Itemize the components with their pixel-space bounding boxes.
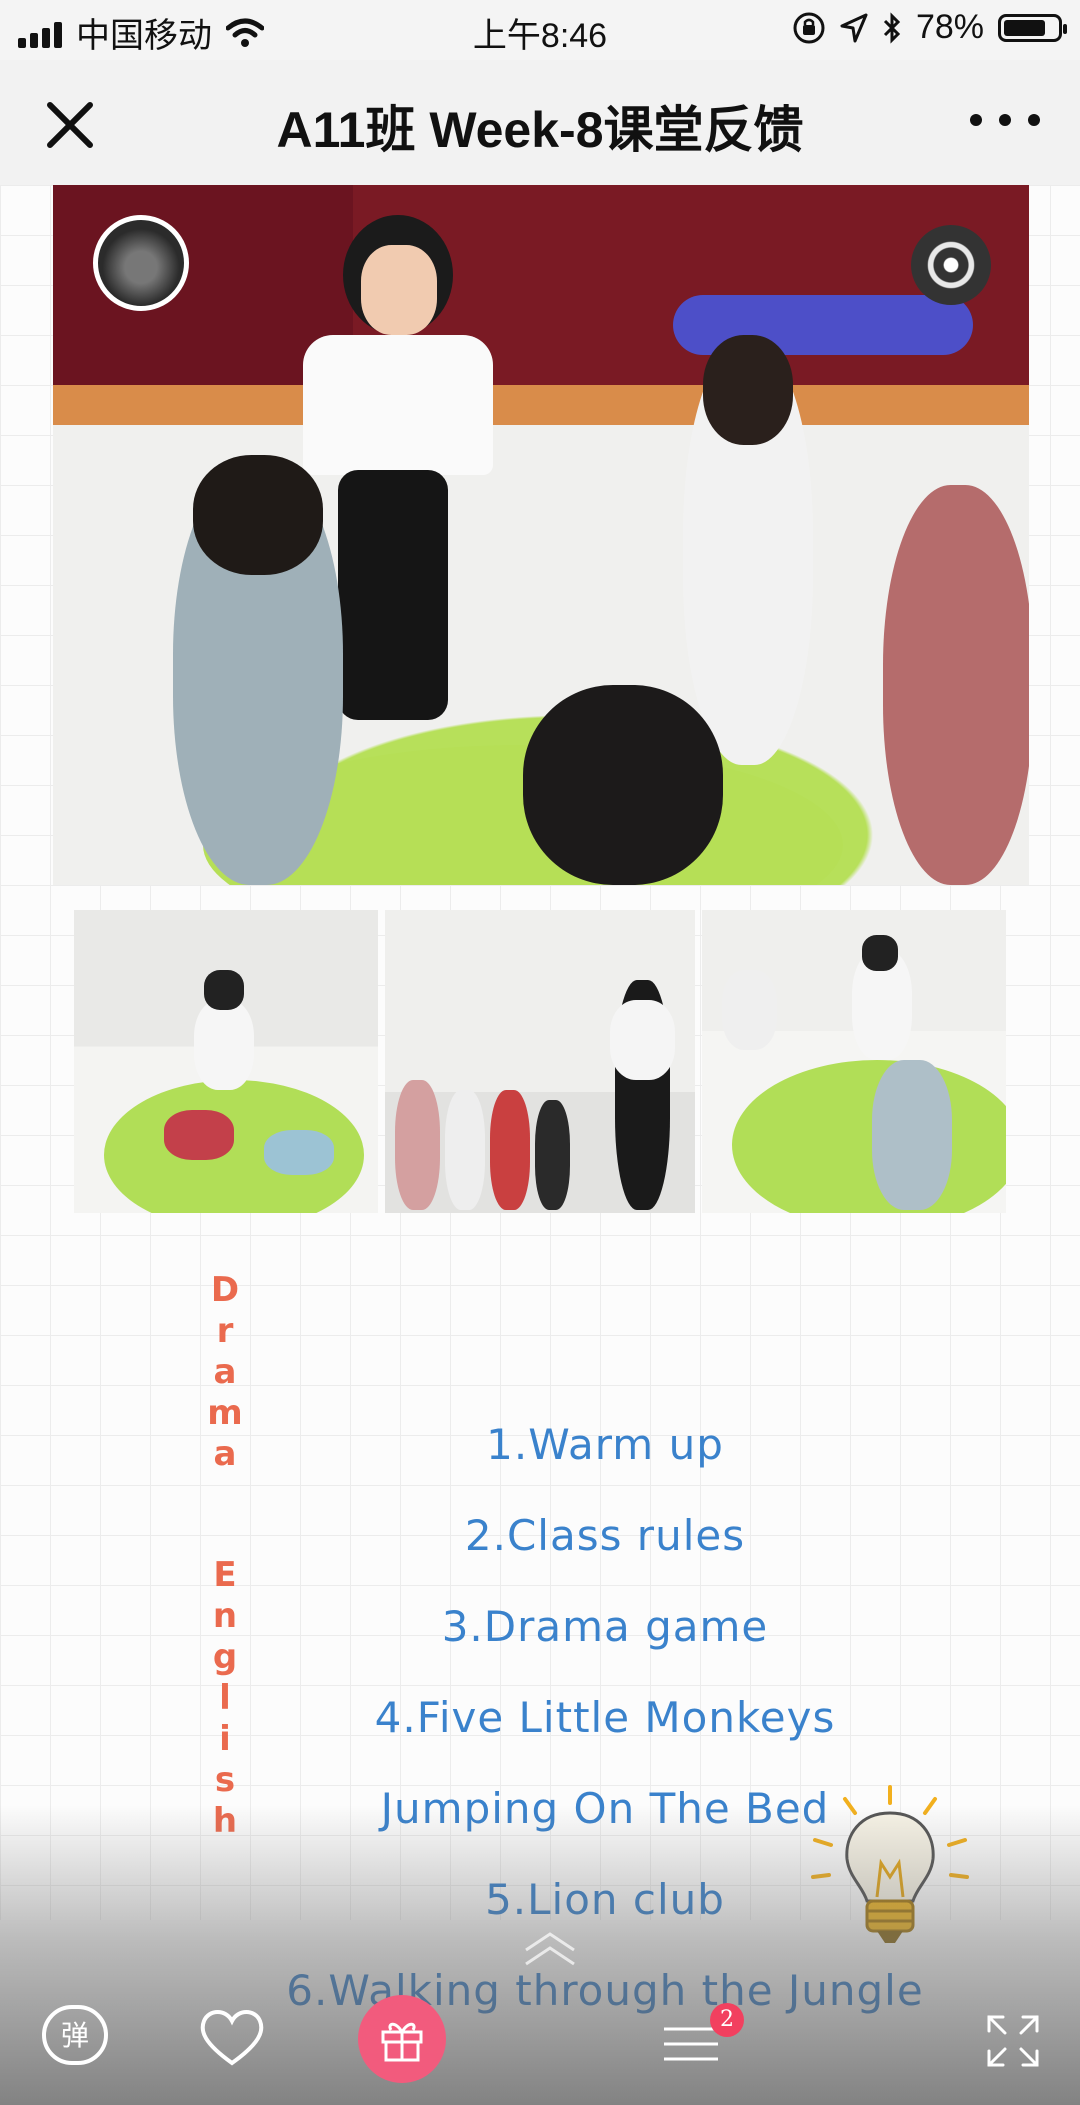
menu-icon[interactable] (662, 2023, 720, 2065)
child-figure (193, 455, 323, 575)
content-area[interactable]: DramaEnglish 1.Warm up2.Class rules3.Dra… (0, 185, 1080, 2105)
scroll-up-icon[interactable] (520, 1930, 580, 1970)
status-right: 78% (792, 8, 1067, 47)
author-avatar[interactable] (93, 215, 189, 311)
thumbnail-photo-1[interactable] (74, 910, 378, 1213)
menu-badge: 2 (710, 2003, 744, 2037)
heart-icon[interactable] (196, 2005, 268, 2069)
vertical-letter: r (216, 1311, 234, 1351)
vertical-letter: D (210, 1270, 240, 1310)
gift-icon (381, 2022, 423, 2062)
more-icon[interactable] (970, 100, 1040, 140)
bluetooth-icon (883, 11, 901, 44)
barrage-button[interactable]: 弹 (42, 2005, 108, 2065)
lesson-item: 2.Class rules (464, 1511, 746, 1560)
battery-icon (998, 13, 1067, 42)
vertical-letter: m (207, 1393, 243, 1433)
music-disc-icon[interactable] (911, 225, 991, 305)
child-figure (703, 335, 793, 445)
vertical-letter: n (212, 1596, 238, 1636)
main-class-photo[interactable] (53, 185, 1029, 885)
thumbnail-photo-3[interactable] (702, 910, 1006, 1213)
vertical-letter: i (219, 1719, 231, 1759)
battery-percent: 78% (915, 8, 984, 46)
rotation-lock-icon (793, 12, 825, 43)
lesson-item: 4.Five Little Monkeys (374, 1693, 836, 1742)
vertical-letter: a (213, 1352, 237, 1392)
vertical-letter: a (213, 1434, 237, 1474)
vertical-letter: s (214, 1760, 236, 1800)
drama-english-vertical-label: DramaEnglish (205, 1270, 245, 1842)
thumbnail-photo-2[interactable] (385, 910, 695, 1213)
vertical-letter: E (213, 1555, 237, 1595)
vertical-letter: g (212, 1637, 238, 1677)
gift-button[interactable] (358, 1995, 446, 2083)
location-icon (840, 13, 868, 42)
child-figure (883, 485, 1029, 885)
vertical-letter: l (219, 1678, 231, 1718)
lesson-item: 3.Drama game (441, 1602, 769, 1651)
lesson-item: 1.Warm up (486, 1420, 724, 1469)
photo-thumbnails (74, 910, 1006, 1213)
status-bar: 中国移动 上午8:46 78% (0, 0, 1080, 60)
page-title: A11班 Week-8课堂反馈 (276, 102, 804, 158)
child-figure (523, 685, 723, 885)
nav-bar: A11班 Week-8课堂反馈 (0, 60, 1080, 185)
bottom-toolbar: 弹 2 (0, 1995, 1080, 2105)
fullscreen-icon[interactable] (985, 2013, 1041, 2069)
